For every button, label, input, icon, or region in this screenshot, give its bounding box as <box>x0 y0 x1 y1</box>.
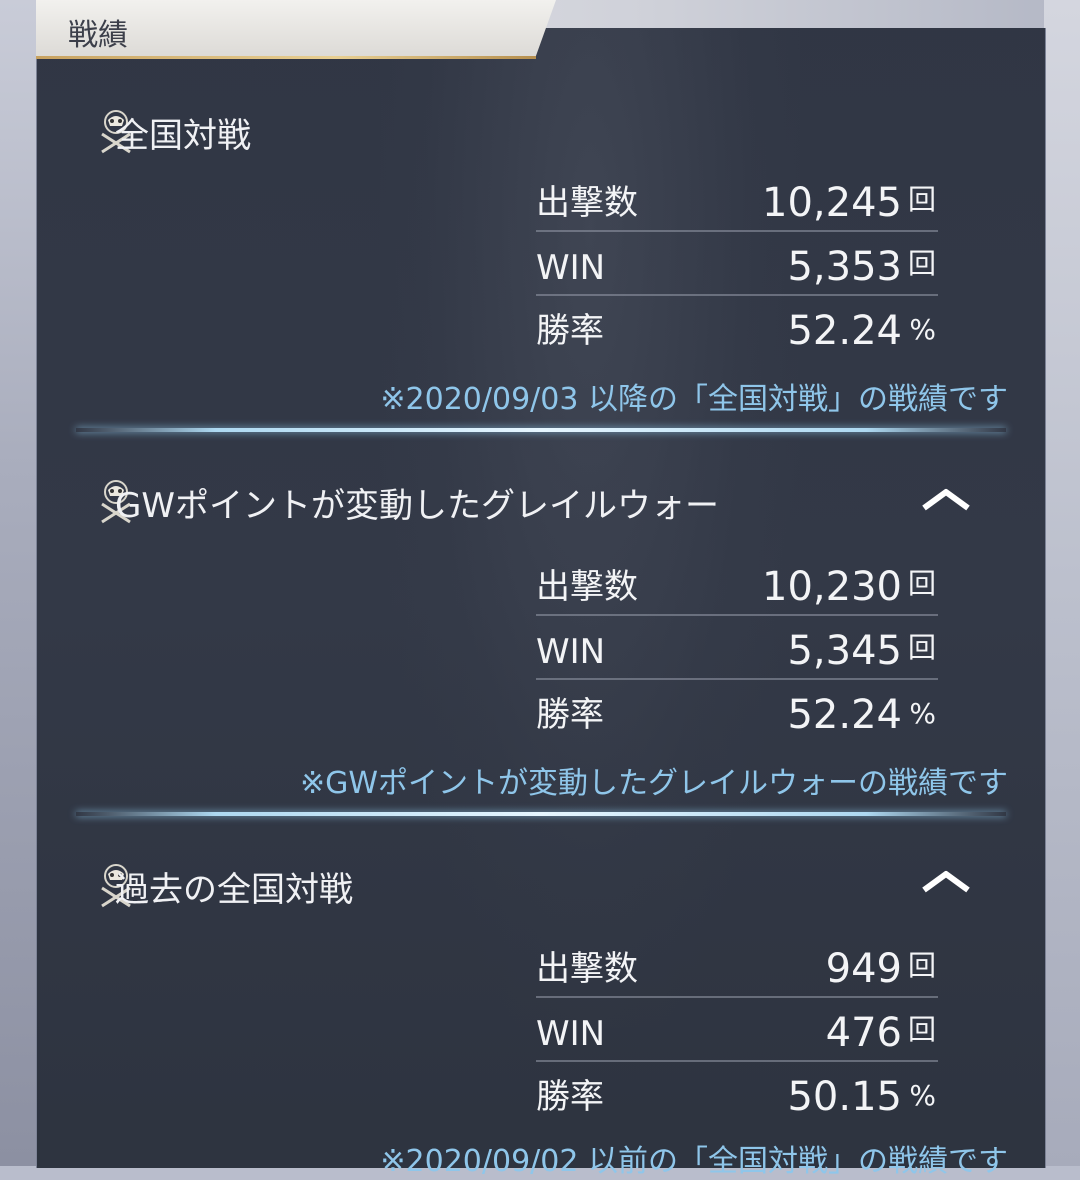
stat-unit: 回 <box>907 631 936 664</box>
stat-label: 出撃数 <box>536 183 638 223</box>
stat-unit: 回 <box>907 949 936 982</box>
stat-value: 52.24 <box>787 692 902 738</box>
stat-unit: 回 <box>907 183 936 216</box>
stat-unit: 回 <box>907 567 936 600</box>
page-title: 戦績 <box>68 18 128 53</box>
stat-unit: % <box>909 313 936 346</box>
stat-label: WIN <box>536 248 606 288</box>
stat-value: 5,353 <box>787 244 902 290</box>
stat-row-winrate: 勝率 52.24 % <box>536 296 938 358</box>
section-note: ※GWポイントが変動したグレイルウォーの戦績です <box>299 766 1008 801</box>
chevron-up-icon[interactable] <box>918 484 974 514</box>
background-left <box>0 0 40 1166</box>
stat-unit: % <box>909 1079 936 1112</box>
stat-value: 50.15 <box>787 1074 902 1120</box>
stat-row-wins: WIN 5,345 回 <box>536 616 938 680</box>
section-title: 全国対戦 <box>115 116 251 156</box>
stat-row-wins: WIN 5,353 回 <box>536 232 938 296</box>
stat-label: 勝率 <box>536 695 604 735</box>
background-right <box>1044 0 1080 1166</box>
stat-row-sorties: 出撃数 949 回 <box>536 934 938 998</box>
stat-row-winrate: 勝率 52.24 % <box>536 680 938 742</box>
stat-value: 5,345 <box>787 628 902 674</box>
stat-unit: % <box>909 697 936 730</box>
stat-unit: 回 <box>907 247 936 280</box>
section-note: ※2020/09/03 以降の「全国対戦」の戦績です <box>380 382 1008 417</box>
section-note: ※2020/09/02 以前の「全国対戦」の戦績です <box>380 1144 1008 1179</box>
section-divider <box>76 812 1006 816</box>
stat-label: 出撃数 <box>536 567 638 607</box>
stat-row-wins: WIN 476 回 <box>536 998 938 1062</box>
stat-row-winrate: 勝率 50.15 % <box>536 1062 938 1124</box>
stat-label: 出撃数 <box>536 949 638 989</box>
header-gold-line <box>36 56 536 59</box>
stat-value: 10,245 <box>762 180 902 226</box>
stat-value: 476 <box>825 1010 902 1056</box>
section-divider <box>76 428 1006 432</box>
section-title: GWポイントが変動したグレイルウォー <box>115 486 719 526</box>
section-title: 過去の全国対戦 <box>115 870 353 910</box>
stat-label: WIN <box>536 1014 606 1054</box>
stat-value: 949 <box>825 946 902 992</box>
stat-row-sorties: 出撃数 10,245 回 <box>536 168 938 232</box>
stat-label: 勝率 <box>536 311 604 351</box>
chevron-up-icon[interactable] <box>918 866 974 896</box>
stat-label: 勝率 <box>536 1077 604 1117</box>
stat-value: 52.24 <box>787 308 902 354</box>
stat-row-sorties: 出撃数 10,230 回 <box>536 552 938 616</box>
stat-label: WIN <box>536 632 606 672</box>
stat-unit: 回 <box>907 1013 936 1046</box>
stat-value: 10,230 <box>762 564 902 610</box>
